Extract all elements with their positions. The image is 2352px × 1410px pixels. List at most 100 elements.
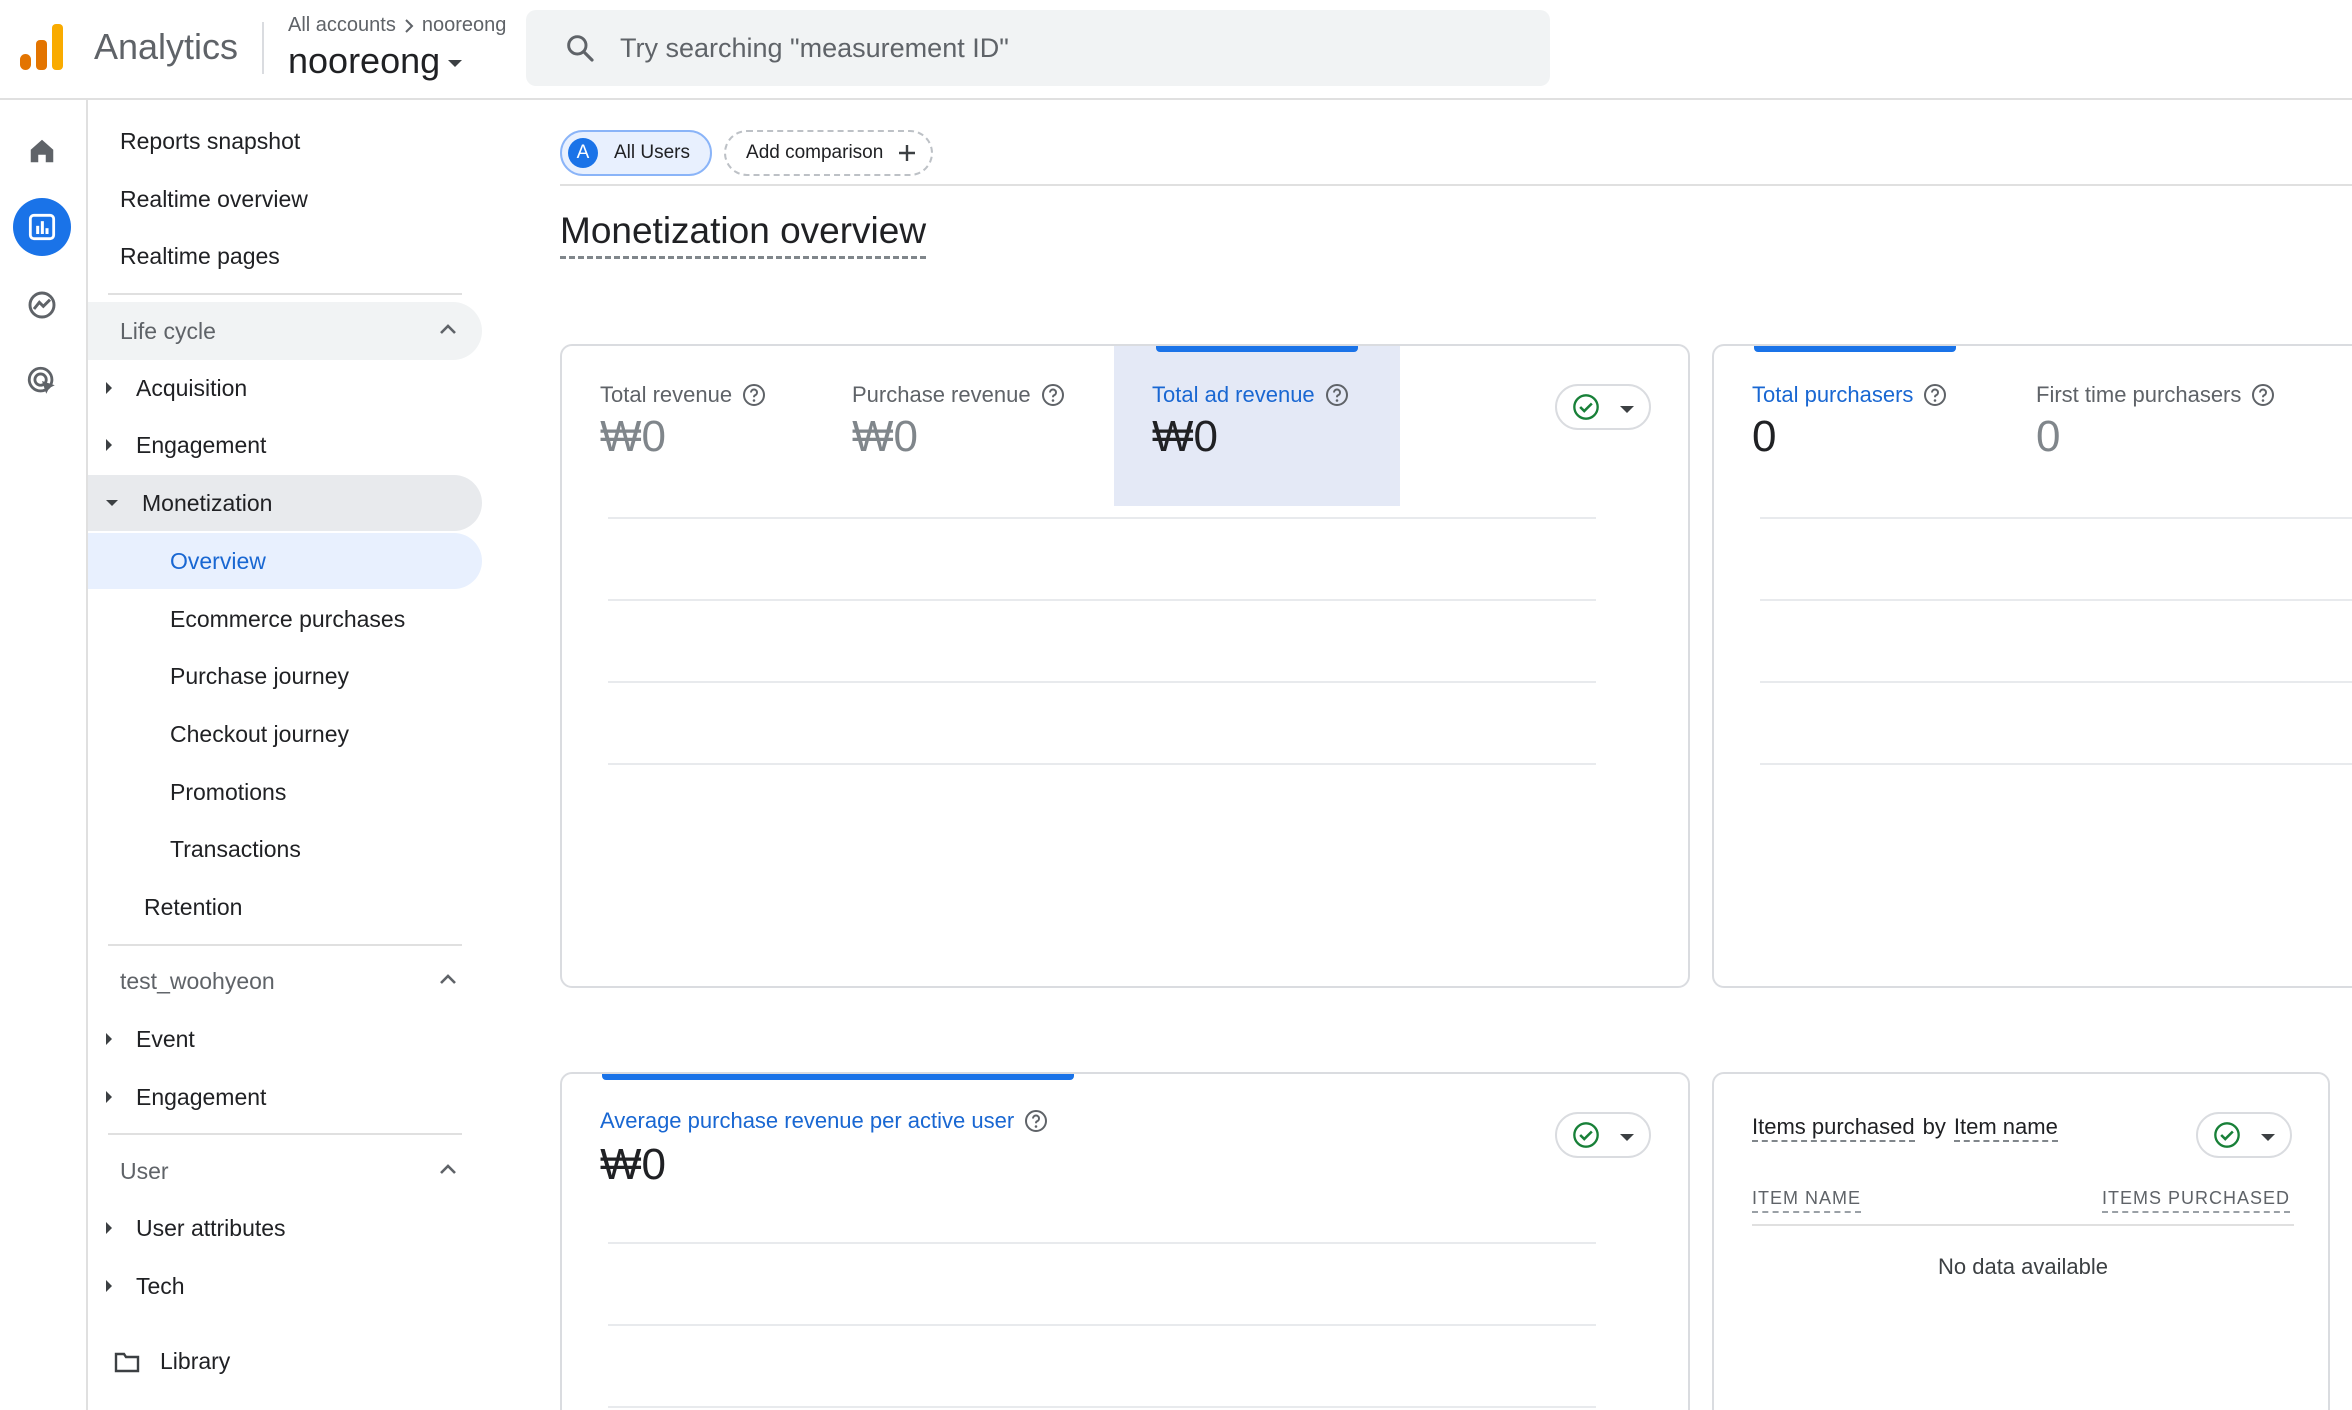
- nav-group-event[interactable]: Event: [88, 1011, 482, 1067]
- purchasers-card: Total purchasers 0 First time purchasers…: [1712, 344, 2352, 988]
- home-button[interactable]: [13, 122, 71, 180]
- metric-value: ₩0: [852, 412, 918, 461]
- empty-state: No data available: [1937, 1254, 2108, 1279]
- data-status-button[interactable]: [1555, 1112, 1651, 1158]
- nav-ecommerce-purchases[interactable]: Ecommerce purchases: [88, 591, 482, 647]
- help-icon[interactable]: [1024, 1109, 1048, 1133]
- nav-transactions[interactable]: Transactions: [88, 821, 482, 877]
- side-nav: Reports snapshot Realtime overview Realt…: [88, 100, 488, 1410]
- metric-label: Average purchase revenue per active user: [600, 1108, 1015, 1133]
- section-user[interactable]: User: [88, 1142, 482, 1200]
- help-icon[interactable]: [1041, 383, 1065, 407]
- explore-icon: [28, 291, 56, 319]
- breadcrumb[interactable]: All accounts nooreong: [288, 14, 506, 37]
- metric-arpu[interactable]: Average purchase revenue per active user: [600, 1108, 1048, 1134]
- analytics-logo-icon[interactable]: [20, 24, 64, 70]
- search-input[interactable]: [620, 32, 1420, 64]
- segment-badge: A: [568, 138, 598, 168]
- section-title: User: [120, 1157, 169, 1184]
- nav-promotions[interactable]: Promotions: [88, 764, 482, 820]
- page-title[interactable]: Monetization overview: [560, 210, 927, 259]
- check-circle-icon: [1573, 1122, 1599, 1148]
- account-selector[interactable]: nooreong: [288, 40, 463, 82]
- group-label: Acquisition: [136, 374, 248, 401]
- purchasers-line-chart: 09Feb1623: [1760, 517, 2352, 765]
- help-icon[interactable]: [1325, 383, 1349, 407]
- grid-line: [608, 1406, 1596, 1408]
- section-life-cycle[interactable]: Life cycle: [88, 302, 482, 360]
- help-icon[interactable]: [742, 383, 766, 407]
- all-users-chip[interactable]: A All Users: [560, 130, 713, 176]
- comparison-chips: A All Users Add comparison: [560, 130, 934, 176]
- help-icon[interactable]: [2251, 383, 2275, 407]
- nav-reports-snapshot[interactable]: Reports snapshot: [120, 113, 300, 169]
- home-icon: [30, 139, 54, 163]
- selected-accent: [1754, 346, 1956, 352]
- data-status-button[interactable]: [2196, 1112, 2292, 1158]
- metric-first-time-purchasers[interactable]: First time purchasers 0: [1998, 346, 2308, 506]
- nav-group-engagement[interactable]: Engagement: [88, 417, 482, 473]
- grid-line: [608, 1242, 1596, 1244]
- chip-label: All Users: [614, 142, 691, 163]
- chip-label: Add comparison: [746, 142, 884, 163]
- nav-group-tech[interactable]: Tech: [88, 1258, 482, 1314]
- nav-library[interactable]: Library: [114, 1348, 230, 1375]
- nav-checkout-journey[interactable]: Checkout journey: [88, 706, 482, 762]
- nav-group-acquisition[interactable]: Acquisition: [88, 360, 482, 416]
- divider: [108, 1133, 462, 1135]
- metric-label: Purchase revenue: [852, 382, 1031, 407]
- expand-arrow-icon: [106, 439, 112, 451]
- group-label: Engagement: [136, 431, 267, 458]
- nav-purchase-journey[interactable]: Purchase journey: [88, 648, 482, 704]
- metric-total-purchasers[interactable]: Total purchasers 0: [1714, 346, 1992, 506]
- nav-group-user-attributes[interactable]: User attributes: [88, 1200, 482, 1256]
- breadcrumb-property[interactable]: nooreong: [422, 14, 507, 37]
- nav-group-retention[interactable]: Retention: [88, 879, 482, 935]
- metric-selector[interactable]: Items purchased: [1752, 1114, 1915, 1142]
- chevron-up-icon[interactable]: [438, 322, 458, 336]
- chevron-up-icon[interactable]: [438, 972, 458, 986]
- col-items-purchased[interactable]: ITEMS PURCHASED: [2101, 1188, 2290, 1213]
- col-item-name[interactable]: ITEM NAME: [1752, 1188, 1862, 1213]
- nav-group-engagement-2[interactable]: Engagement: [88, 1069, 482, 1125]
- data-status-button[interactable]: [1555, 384, 1651, 430]
- section-title: test_woohyeon: [120, 967, 275, 994]
- add-comparison-button[interactable]: Add comparison: [724, 130, 934, 176]
- group-label: User attributes: [136, 1214, 286, 1241]
- breadcrumb-root[interactable]: All accounts: [288, 14, 396, 37]
- caret-down-icon: [2261, 1133, 2275, 1141]
- caret-down-icon: [1620, 1133, 1634, 1141]
- check-circle-icon: [2214, 1122, 2240, 1148]
- nav-group-monetization[interactable]: Monetization: [88, 475, 482, 531]
- left-rail: [0, 100, 88, 1410]
- metric-value: ₩0: [600, 412, 666, 461]
- search-bar[interactable]: [526, 10, 1550, 86]
- folder-icon: [114, 1352, 140, 1372]
- nav-realtime-overview[interactable]: Realtime overview: [120, 171, 308, 227]
- metric-label: Total ad revenue: [1152, 382, 1315, 407]
- divider: [108, 293, 462, 295]
- group-label: Retention: [144, 893, 243, 920]
- metric-total-ad-revenue[interactable]: Total ad revenue ₩0: [1114, 346, 1400, 506]
- nav-overview[interactable]: Overview: [88, 533, 482, 589]
- metric-total-revenue[interactable]: Total revenue ₩0: [562, 346, 814, 506]
- section-test-woohyeon[interactable]: test_woohyeon: [88, 952, 482, 1010]
- revenue-card: Total revenue ₩0 Purchase revenue ₩0 Tot…: [560, 344, 1690, 988]
- nav-realtime-pages[interactable]: Realtime pages: [120, 228, 280, 284]
- group-label: Engagement: [136, 1083, 267, 1110]
- divider: [262, 22, 264, 74]
- dimension-selector[interactable]: Item name: [1953, 1114, 2058, 1142]
- check-circle-icon: [1573, 394, 1599, 420]
- expand-arrow-icon: [106, 1033, 112, 1045]
- expand-arrow-icon: [106, 1222, 112, 1234]
- top-bar: Analytics All accounts nooreong nooreong: [0, 0, 2352, 100]
- explore-button[interactable]: [13, 276, 71, 334]
- help-icon[interactable]: [1923, 383, 1947, 407]
- advertising-button[interactable]: [13, 352, 71, 410]
- caret-down-icon: [448, 59, 463, 67]
- divider: [108, 944, 462, 946]
- chevron-up-icon[interactable]: [438, 1162, 458, 1176]
- reports-button[interactable]: [13, 198, 71, 256]
- metric-purchase-revenue[interactable]: Purchase revenue ₩0: [814, 346, 1068, 506]
- account-name: nooreong: [288, 40, 441, 81]
